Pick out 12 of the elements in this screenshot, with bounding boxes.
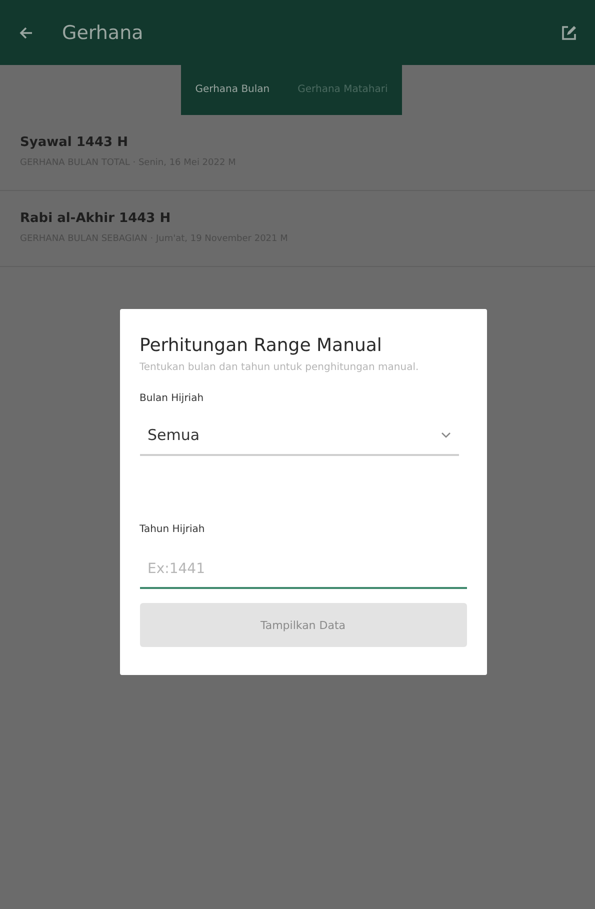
dialog-title: Perhitungan Range Manual [140,335,383,356]
item-title: Rabi al-Akhir 1443 H [20,211,172,226]
tab[interactable]: Gerhana Bulan [181,65,284,115]
field-label: Tahun Hijriah [140,524,206,535]
field-label: Bulan Hijriah [140,393,205,404]
item-title: Syawal 1443 H [20,135,129,150]
dialog-description: Tentukan bulan dan tahun untuk penghitungan manual. [140,362,420,373]
back-icon[interactable] [18,24,34,40]
app-title: Gerhana [62,22,144,44]
edit-icon[interactable] [561,24,577,40]
month-dropdown[interactable]: Semua [140,426,458,456]
chevron-down-icon [440,432,450,438]
